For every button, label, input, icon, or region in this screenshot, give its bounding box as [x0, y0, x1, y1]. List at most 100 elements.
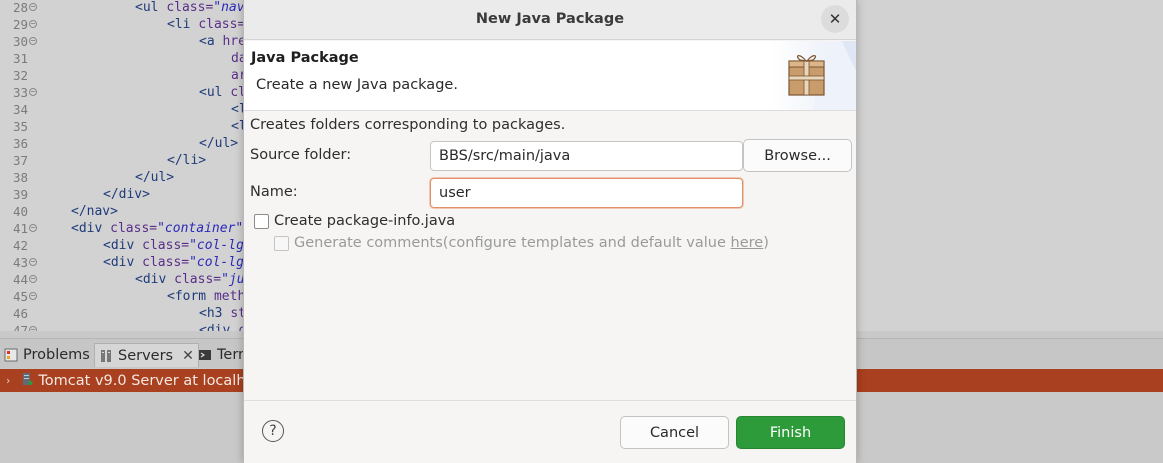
fold-toggle-icon[interactable]: − — [29, 88, 37, 96]
code-text: </ul> — [135, 169, 174, 186]
code-text: </nav> — [71, 203, 118, 220]
close-button[interactable]: ✕ — [821, 5, 849, 33]
code-text: <form meth — [167, 288, 245, 305]
create-package-info-label: Create package-info.java — [274, 213, 456, 229]
tab-servers-label: Servers — [118, 347, 174, 364]
fold-toggle-icon[interactable]: − — [29, 275, 37, 283]
generate-comments-label: Generate comments — [294, 235, 443, 251]
terminal-icon — [198, 348, 212, 362]
code-text: <div class="container" — [71, 220, 243, 237]
dialog-titlebar: New Java Package ✕ — [244, 0, 856, 40]
line-number: 30 — [12, 34, 28, 49]
code-text: <h3 st — [199, 305, 246, 322]
code-token: class= — [174, 272, 222, 287]
line-number: 28 — [12, 0, 28, 15]
line-number: 39 — [12, 187, 28, 202]
code-token: </li> — [167, 153, 207, 168]
code-token: "col-lg — [189, 238, 244, 253]
server-name: Tomcat v9.0 Server at localhost — [38, 372, 268, 389]
code-token: <div — [71, 221, 111, 236]
code-token: <ul — [135, 0, 167, 15]
button-bar-divider — [244, 400, 856, 401]
line-number: 37 — [12, 153, 28, 168]
code-text: <div class="col-lg — [103, 254, 244, 271]
code-token: <div — [103, 238, 143, 253]
line-number: 33 — [12, 85, 28, 100]
line-number: 40 — [12, 204, 28, 219]
code-token: class= — [142, 238, 190, 253]
package-name-input[interactable] — [430, 178, 743, 208]
close-tab-icon[interactable]: ✕ — [182, 348, 194, 364]
code-token: </nav> — [71, 204, 118, 219]
code-token: <form — [167, 289, 214, 304]
code-token: <div — [135, 272, 175, 287]
code-text: </div> — [103, 186, 150, 203]
create-package-info-checkbox[interactable] — [254, 214, 269, 229]
code-text: <div class="col-lg — [103, 237, 244, 254]
fold-toggle-icon[interactable]: − — [29, 20, 37, 28]
line-number: 42 — [12, 238, 28, 253]
source-folder-input[interactable] — [430, 141, 743, 171]
code-text: <li class= — [167, 16, 245, 33]
code-text: <div c — [199, 322, 246, 331]
fold-toggle-icon[interactable]: − — [29, 224, 37, 232]
code-token: class= — [142, 255, 190, 270]
generate-comments-checkbox[interactable] — [274, 236, 289, 251]
line-number: 29 — [12, 17, 28, 32]
expand-chevron-icon[interactable]: › — [6, 374, 10, 387]
code-text: </ul> — [199, 135, 238, 152]
help-button[interactable]: ? — [262, 420, 284, 442]
line-number: 46 — [12, 306, 28, 321]
code-token: <li — [167, 17, 199, 32]
browse-button[interactable]: Browse... — [743, 139, 852, 172]
line-number: 47 — [12, 323, 28, 331]
code-token: meth — [213, 289, 246, 304]
tab-problems-label: Problems — [23, 347, 90, 363]
generate-hint-close: ) — [763, 235, 769, 251]
dialog-title: New Java Package — [475, 11, 625, 27]
code-text: </li> — [167, 152, 206, 169]
line-number: 34 — [12, 102, 28, 117]
banner-title: Java Package — [251, 50, 359, 66]
finish-button[interactable]: Finish — [736, 416, 845, 449]
code-text: <div class="ju — [135, 271, 245, 288]
tomcat-server-icon — [20, 372, 34, 390]
fold-toggle-icon[interactable]: − — [29, 326, 37, 331]
wizard-banner: Java Package Create a new Java package. — [244, 41, 856, 111]
code-token: "nav — [213, 0, 245, 15]
code-text: <ul class="nav — [135, 0, 245, 16]
code-token: </div> — [103, 187, 150, 202]
name-label: Name: — [250, 184, 298, 200]
fold-toggle-icon[interactable]: − — [29, 37, 37, 45]
code-token: class= — [198, 17, 246, 32]
fold-toggle-icon[interactable]: − — [29, 292, 37, 300]
line-number: 45 — [12, 289, 28, 304]
new-java-package-dialog: New Java Package ✕ Java Package Create a… — [243, 0, 857, 463]
line-number: 31 — [12, 51, 28, 66]
info-text: Creates folders corresponding to package… — [250, 117, 566, 133]
code-token: <ul — [199, 85, 231, 100]
generate-hint-text: (configure templates and default value — [442, 235, 731, 251]
code-token: "col-lg — [189, 255, 244, 270]
problems-icon — [4, 348, 18, 362]
package-icon — [772, 41, 856, 110]
line-number: 43 — [12, 255, 28, 270]
code-token: class= — [166, 0, 214, 15]
tab-servers[interactable]: Servers ✕ — [94, 343, 199, 367]
servers-icon — [99, 349, 113, 363]
code-token: <div — [103, 255, 143, 270]
code-token: <a — [199, 34, 223, 49]
generate-comments-row: Generate comments(configure templates an… — [294, 235, 769, 251]
fold-toggle-icon[interactable]: − — [29, 3, 37, 11]
code-token: </ul> — [135, 170, 175, 185]
cancel-button[interactable]: Cancel — [620, 416, 729, 449]
code-token: "ju — [221, 272, 245, 287]
code-token: <h3 — [199, 306, 231, 321]
banner-description: Create a new Java package. — [256, 77, 458, 93]
configure-templates-link[interactable]: here — [731, 235, 764, 251]
fold-toggle-icon[interactable]: − — [29, 258, 37, 266]
code-token: "container" — [157, 221, 244, 236]
line-number: 32 — [12, 68, 28, 83]
code-text: <a hre — [199, 33, 246, 50]
tab-problems[interactable]: Problems — [0, 343, 94, 367]
